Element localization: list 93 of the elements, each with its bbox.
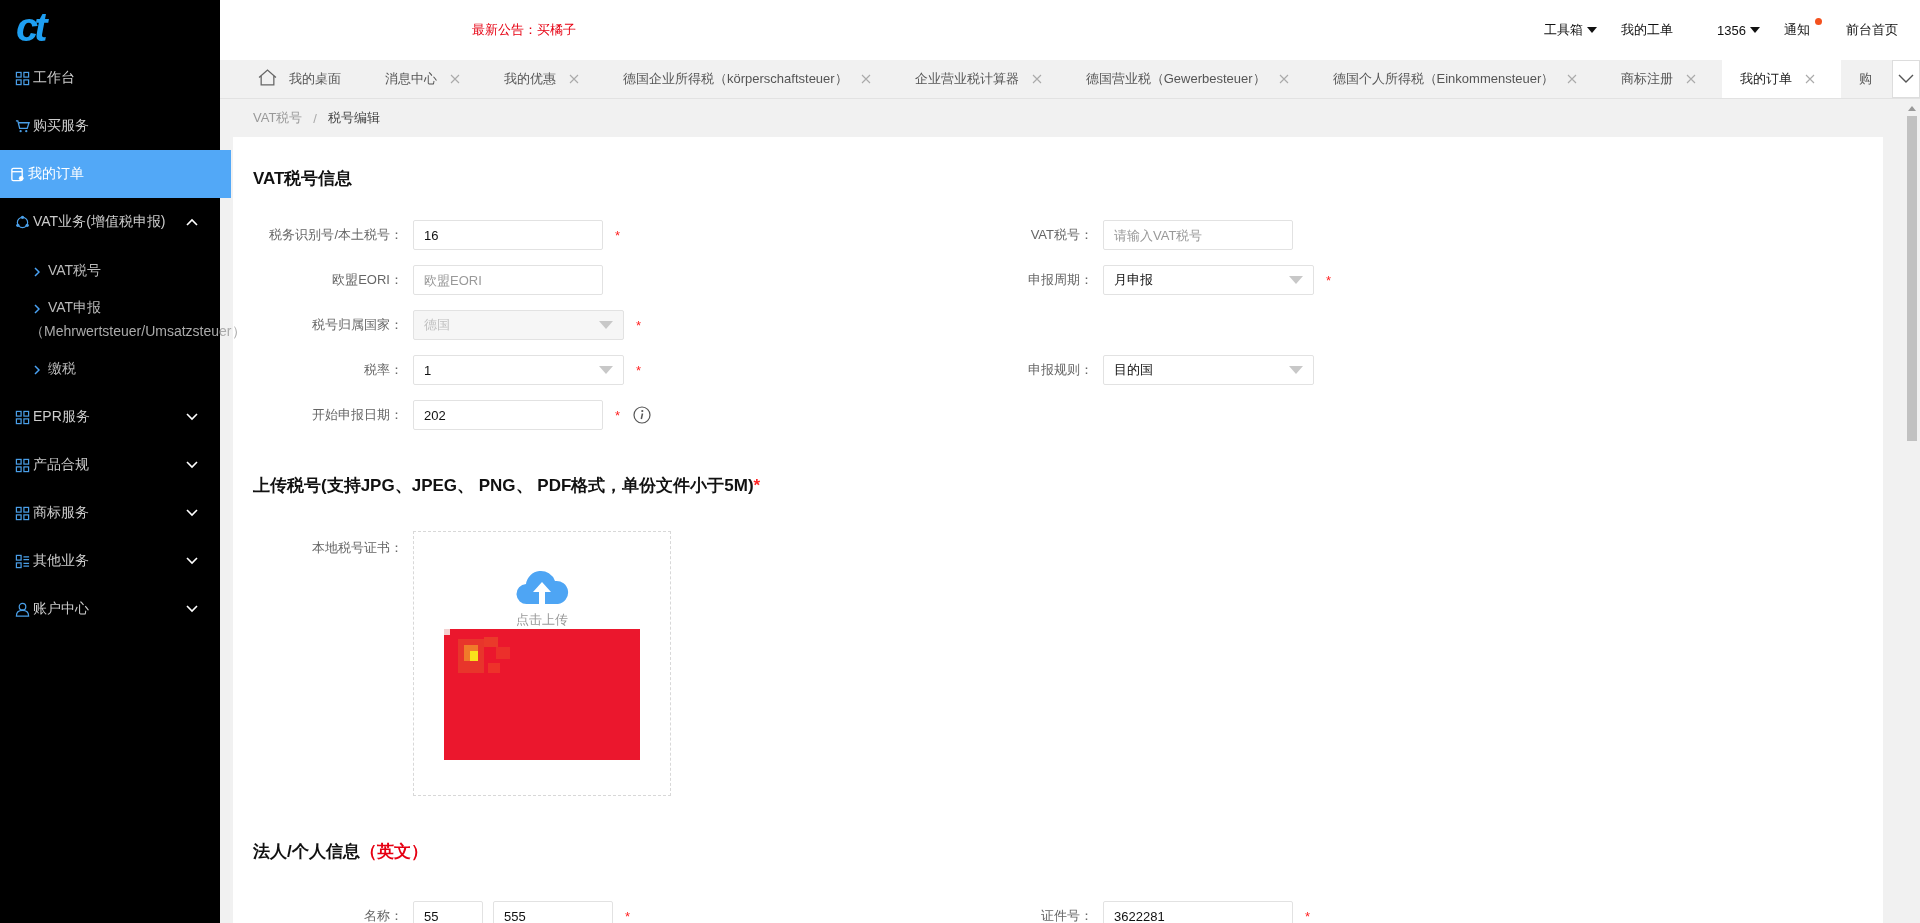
sidebar-item[interactable]: 商标服务	[0, 489, 220, 537]
announcement[interactable]: 最新公告：买橘子	[472, 21, 576, 39]
field-label: 开始申报日期：	[311, 406, 403, 424]
dropdown-arrow-icon	[599, 366, 613, 374]
required-mark: *	[1305, 908, 1311, 923]
field-label: 申报周期：	[1027, 271, 1093, 289]
chevron-right-icon	[34, 267, 40, 277]
nav-link[interactable]: 通知	[1784, 21, 1822, 39]
share-icon	[15, 214, 30, 230]
dropdown-arrow-icon	[599, 321, 613, 329]
sidebar-item[interactable]: EPR服务	[0, 393, 220, 441]
sidebar-subitem[interactable]: VAT税号	[0, 246, 102, 295]
field-label: 税务识别号/本土税号：	[268, 226, 403, 244]
input-field[interactable]: 202	[413, 400, 603, 430]
chevron-right-icon	[34, 365, 40, 375]
input-field[interactable]: 欧盟EORI	[413, 265, 603, 295]
section-title: 法人/个人信息	[253, 842, 360, 861]
select-field[interactable]: 月申报	[1103, 265, 1314, 295]
scroll-up-icon[interactable]	[1907, 106, 1916, 111]
section-note: （英文）	[359, 842, 428, 861]
sidebar-item[interactable]: VAT业务(增值税申报)	[0, 198, 220, 246]
sidebar-item[interactable]: 产品合规	[0, 441, 220, 489]
sidebar-item[interactable]: 账户中心	[0, 585, 220, 633]
tab[interactable]: 购	[1841, 60, 1875, 98]
select-field[interactable]: 1	[413, 355, 624, 385]
more-tabs-button[interactable]	[1892, 60, 1920, 98]
close-icon[interactable]	[569, 74, 579, 84]
field-label: 税号归属国家：	[311, 316, 403, 334]
field-label: 欧盟EORI：	[331, 271, 403, 289]
field-label: 本地税号证书：	[311, 539, 403, 557]
user-icon	[15, 601, 30, 617]
document-icon	[10, 166, 25, 182]
breadcrumb-current: 税号编辑	[328, 109, 380, 127]
list-icon	[15, 553, 30, 569]
sidebar-item[interactable]: 其他业务	[0, 537, 220, 585]
section-title: 上传税号(支持JPG、JPEG、 PNG、 PDF格式，单份文件小于5M)	[253, 476, 754, 495]
tab[interactable]: 德国企业所得税（körperschaftsteuer）	[605, 60, 897, 98]
chevron-right-icon	[34, 304, 40, 314]
grid-icon	[15, 457, 30, 473]
required-mark: *	[636, 362, 642, 378]
input-field[interactable]: 555	[493, 901, 613, 923]
close-icon[interactable]	[1686, 74, 1697, 84]
close-icon[interactable]	[860, 74, 871, 84]
tab[interactable]: 企业营业税计算器	[896, 60, 1068, 98]
field-label: VAT税号：	[1029, 226, 1093, 244]
chevron-down-icon	[1898, 74, 1914, 84]
section-title: VAT税号信息	[253, 168, 354, 190]
field-label: 证件号：	[1040, 907, 1093, 923]
dropdown-arrow-icon	[1289, 276, 1303, 284]
field-label: 名称：	[363, 907, 403, 923]
tab[interactable]: 我的桌面	[240, 60, 367, 98]
nav-link[interactable]: 前台首页	[1846, 21, 1898, 39]
input-field[interactable]: 16	[413, 220, 603, 250]
nav-link[interactable]: 工具箱	[1544, 21, 1598, 39]
required-mark: *	[615, 407, 621, 423]
tab[interactable]: 我的订单	[1722, 60, 1842, 98]
scrollbar-thumb[interactable]	[1906, 116, 1917, 441]
required-mark: *	[615, 227, 621, 243]
tab[interactable]: 商标注册	[1603, 60, 1723, 98]
tab[interactable]: 消息中心	[367, 60, 486, 98]
grid-icon	[15, 505, 30, 521]
required-mark: *	[1326, 272, 1332, 288]
input-field[interactable]: 55	[413, 901, 483, 923]
sidebar-item[interactable]: 工作台	[0, 54, 220, 102]
grid-icon	[15, 70, 30, 86]
sidebar-subitem[interactable]: 缴税	[0, 344, 76, 393]
input-field[interactable]: 3622281	[1103, 901, 1293, 923]
sidebar-item[interactable]: 购买服务	[0, 102, 220, 150]
close-icon[interactable]	[1031, 74, 1042, 84]
nav-link[interactable]: 1356	[1717, 21, 1760, 39]
logo[interactable]: ct	[16, 7, 44, 47]
tab[interactable]: 我的优惠	[486, 60, 605, 98]
tab[interactable]: 德国营业税（Gewerbesteuer）	[1067, 60, 1315, 98]
required-mark: *	[753, 476, 761, 495]
cart-icon	[15, 118, 30, 134]
dropdown-arrow-icon	[1289, 366, 1303, 374]
tab[interactable]: 德国个人所得税（Einkommensteuer）	[1314, 60, 1604, 98]
required-mark: *	[636, 317, 642, 333]
grid-icon	[15, 409, 30, 425]
close-icon[interactable]	[1567, 74, 1578, 84]
required-mark: *	[625, 908, 631, 923]
field-label: 税率：	[363, 361, 403, 379]
cloud-upload-icon	[515, 570, 569, 606]
input-field[interactable]: 请输入VAT税号	[1103, 220, 1293, 250]
home-icon	[258, 68, 277, 86]
field-label: 申报规则：	[1027, 361, 1093, 379]
info-icon[interactable]	[633, 406, 652, 424]
select-field[interactable]: 目的国	[1103, 355, 1314, 385]
breadcrumb-separator: /	[313, 110, 317, 126]
close-icon[interactable]	[1805, 74, 1816, 84]
close-icon[interactable]	[450, 74, 460, 84]
close-icon[interactable]	[1278, 74, 1289, 84]
nav-link[interactable]: 我的工单	[1621, 21, 1674, 39]
